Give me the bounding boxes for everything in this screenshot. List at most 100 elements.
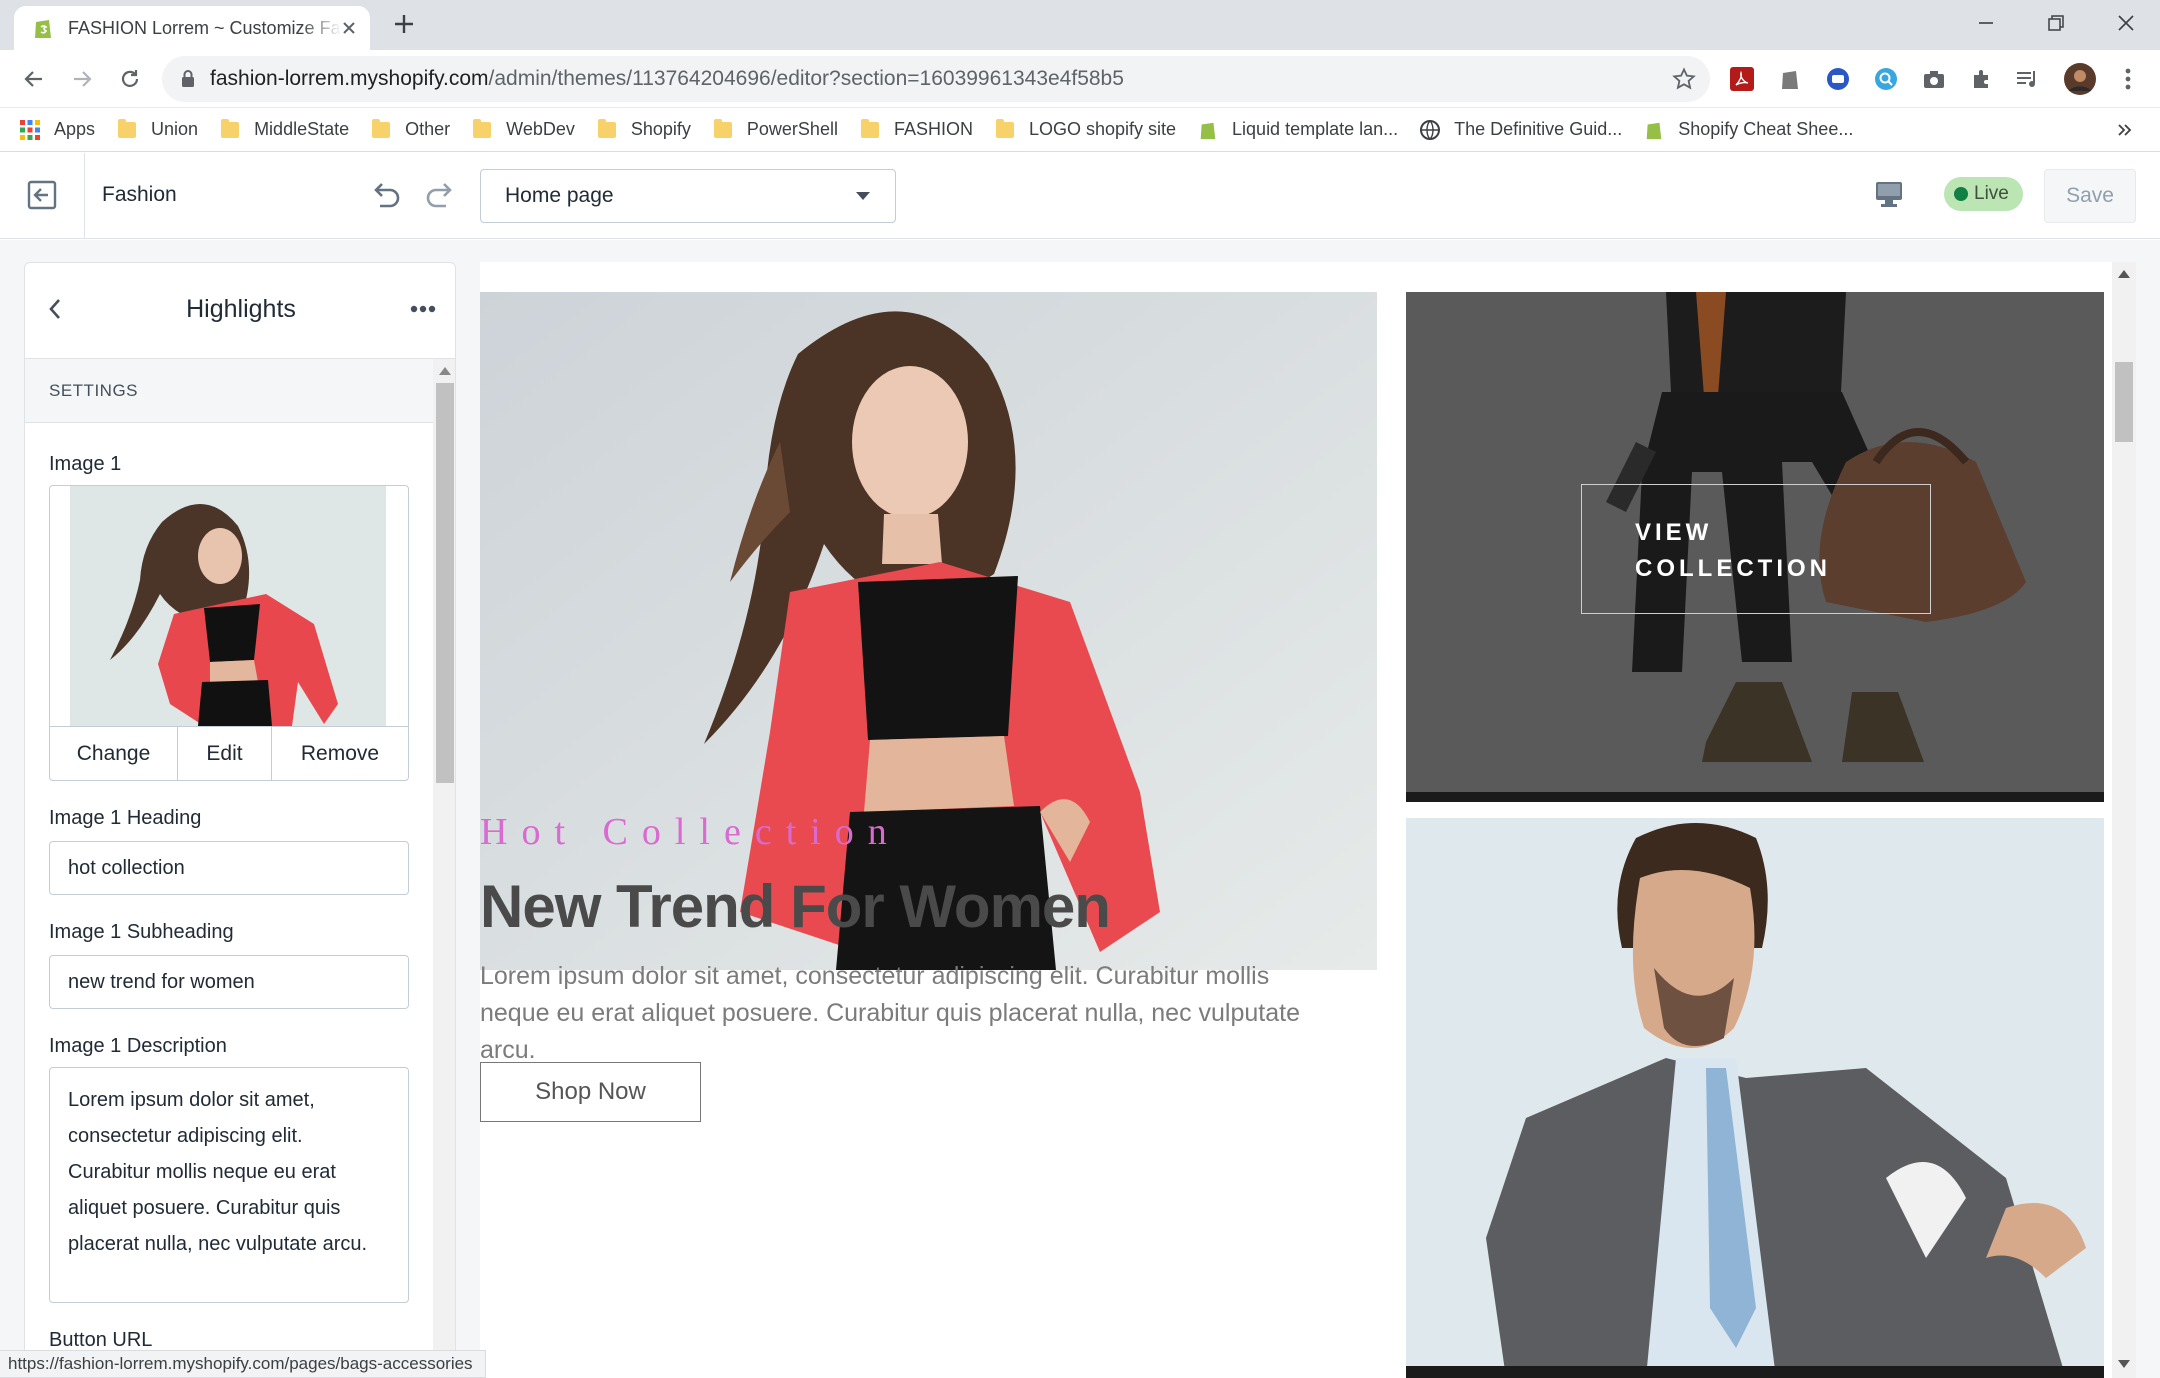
bookmark-definitive-guide[interactable]: The Definitive Guid... (1420, 119, 1622, 140)
scroll-down-arrow-icon[interactable] (2118, 1360, 2130, 1368)
minimize-icon[interactable] (1952, 0, 2020, 46)
description-line: Curabitur mollis neque eu erat (68, 1161, 336, 1183)
storefront-preview: Hot Collection New Trend For Women Lorem… (480, 262, 2136, 1378)
men-collection-image[interactable] (1406, 818, 2104, 1378)
new-tab-icon[interactable] (392, 12, 416, 36)
shopify-extension-icon[interactable] (1776, 65, 1804, 93)
more-horizontal-icon[interactable] (410, 305, 436, 313)
subheading-input[interactable]: new trend for women (49, 955, 409, 1009)
description-label: Image 1 Description (49, 1035, 227, 1057)
template-select-value: Home page (505, 184, 614, 207)
folder-icon (371, 118, 391, 140)
forward-arrow-icon[interactable] (64, 61, 100, 97)
bookmarks-overflow-icon[interactable] (2116, 120, 2132, 140)
bookmark-label: The Definitive Guid... (1454, 119, 1623, 139)
browser-tabstrip: FASHION Lorrem ~ Customize Fashion (0, 0, 2160, 50)
subheading-label: Image 1 Subheading (49, 921, 234, 943)
scroll-up-arrow-icon[interactable] (2118, 270, 2130, 278)
view-collection-button[interactable]: VIEW COLLECTION (1581, 484, 1931, 614)
chevron-down-icon (855, 191, 871, 201)
description-line: aliquet posuere. Curabitur quis (68, 1197, 341, 1219)
bookmark-label: WebDev (506, 119, 575, 139)
bookmark-other[interactable]: Other (371, 118, 450, 140)
url-host: fashion-lorrem.myshopify.com (210, 67, 489, 90)
globe-icon (1420, 119, 1441, 140)
media-queue-icon[interactable] (2014, 65, 2042, 93)
bookmark-fashion[interactable]: FASHION (860, 118, 973, 140)
women-hero-image[interactable] (480, 292, 1377, 970)
image-actions: Change Edit Remove (50, 726, 408, 780)
bookmark-logo-shopify-site[interactable]: LOGO shopify site (995, 118, 1177, 140)
folder-icon (220, 118, 240, 140)
folder-icon (472, 118, 492, 140)
tab-title: FASHION Lorrem ~ Customize Fashion (68, 17, 342, 38)
topbar-divider (84, 153, 85, 239)
restore-icon[interactable] (2022, 0, 2090, 46)
heading-input[interactable]: hot collection (49, 841, 409, 895)
bookmark-shopify-cheat-sheet[interactable]: Shopify Cheat Shee... (1644, 119, 1853, 140)
bookmark-label: LOGO shopify site (1028, 119, 1177, 139)
address-bar[interactable]: fashion-lorrem.myshopify.com/admin/theme… (162, 56, 1710, 102)
edit-image-button[interactable]: Edit (178, 727, 272, 780)
editor-topbar: Fashion Home page Live Save (0, 153, 2160, 239)
preview-scrollbar[interactable] (2112, 262, 2136, 1378)
window-close-icon[interactable] (2092, 0, 2160, 46)
desktop-preview-icon[interactable] (1874, 179, 1904, 209)
settings-heading: SETTINGS (25, 359, 433, 423)
url-path: /admin/themes/113764204696/editor?sectio… (488, 67, 1124, 90)
star-icon[interactable] (1672, 67, 1696, 91)
editor-workspace: Highlights SETTINGS Image 1 Change Edit … (0, 240, 2160, 1378)
template-select[interactable]: Home page (480, 169, 896, 223)
folder-icon (995, 118, 1015, 140)
link-status-bar: https://fashion-lorrem.myshopify.com/pag… (0, 1350, 486, 1378)
exit-editor-icon[interactable] (26, 179, 58, 211)
reload-icon[interactable] (112, 61, 148, 97)
sidebar-scrollbar[interactable] (433, 359, 455, 1377)
browser-tab-active[interactable]: FASHION Lorrem ~ Customize Fashion (14, 6, 370, 50)
bookmark-liquid-template[interactable]: Liquid template lan... (1198, 119, 1398, 140)
bookmark-label: Shopify (630, 119, 691, 139)
bookmark-shopify[interactable]: Shopify (597, 118, 691, 140)
view-collection-line1: VIEW (1635, 519, 1713, 546)
bookmark-apps[interactable]: Apps (20, 119, 95, 140)
extensions-puzzle-icon[interactable] (1968, 65, 1996, 93)
folder-icon (117, 118, 137, 140)
bookmark-middlestate[interactable]: MiddleState (220, 118, 350, 140)
live-label: Live (1974, 183, 2009, 204)
bookmark-label: FASHION (893, 119, 973, 139)
bookmark-union[interactable]: Union (117, 118, 199, 140)
remove-image-button[interactable]: Remove (272, 727, 408, 780)
panel-header: Highlights (25, 263, 455, 359)
browser-toolbar: fashion-lorrem.myshopify.com/admin/theme… (0, 50, 2160, 108)
view-collection-line2: COLLECTION (1635, 555, 1831, 582)
shop-now-button[interactable]: Shop Now (480, 1062, 701, 1122)
lock-icon[interactable] (180, 69, 196, 89)
change-image-button[interactable]: Change (50, 727, 178, 780)
close-icon[interactable] (342, 21, 356, 35)
bookmark-label: Union (151, 119, 199, 139)
save-button[interactable]: Save (2044, 169, 2136, 223)
redo-icon[interactable] (422, 177, 458, 213)
more-vertical-icon[interactable] (2114, 65, 2142, 93)
bookmark-webdev[interactable]: WebDev (472, 118, 575, 140)
hero-body-text: Lorem ipsum dolor sit amet, consectetur … (480, 962, 1300, 1064)
sidebar-scroll-thumb[interactable] (436, 383, 454, 783)
preview-scroll-thumb[interactable] (2115, 362, 2133, 442)
bookmark-label: MiddleState (254, 119, 350, 139)
description-textarea[interactable]: Lorem ipsum dolor sit amet, consectetur … (49, 1067, 409, 1303)
search-extension-icon[interactable] (1872, 65, 1900, 93)
description-line: placerat nulla, nec vulputate arcu. (68, 1233, 368, 1255)
bookmark-label: Apps (54, 119, 96, 139)
pdf-extension-icon[interactable] (1728, 65, 1756, 93)
bookmark-powershell[interactable]: PowerShell (713, 118, 838, 140)
folder-icon (597, 118, 617, 140)
bookmark-label: PowerShell (746, 119, 838, 139)
scroll-up-arrow-icon[interactable] (439, 367, 451, 375)
back-arrow-icon[interactable] (16, 61, 52, 97)
description-line: consectetur adipiscing elit. (68, 1125, 303, 1147)
image-thumbnail[interactable] (70, 486, 386, 726)
camera-icon[interactable] (1920, 65, 1948, 93)
undo-icon[interactable] (368, 177, 404, 213)
blue-circle-extension-icon[interactable] (1824, 65, 1852, 93)
profile-avatar[interactable] (2064, 63, 2096, 95)
